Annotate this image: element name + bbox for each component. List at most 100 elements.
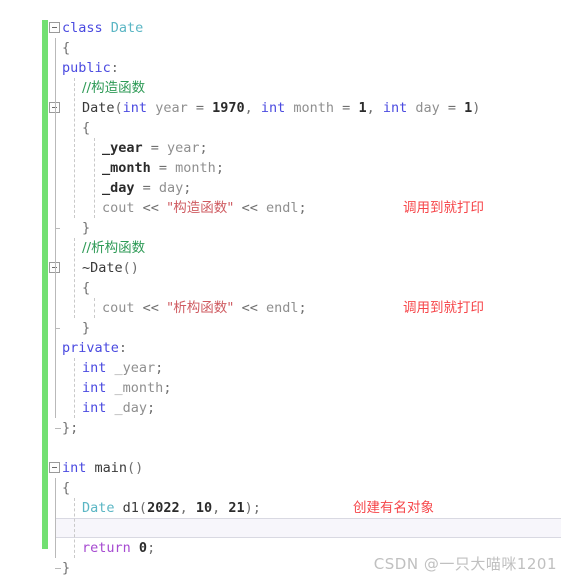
code-token: ~Date (82, 260, 123, 276)
code-token: return (82, 540, 131, 556)
code-line[interactable]: } (48, 318, 569, 338)
code-token: ; (215, 160, 224, 176)
code-token: , (212, 500, 229, 516)
code-token: { (62, 480, 71, 496)
code-line-text: int _month; (82, 378, 171, 398)
code-token: endl (265, 200, 299, 216)
code-token: = (150, 160, 176, 176)
code-token: ; (163, 380, 172, 396)
code-token: ; (298, 200, 307, 216)
code-token: int (260, 100, 286, 116)
code-token: day (158, 180, 184, 196)
code-token: month (175, 160, 216, 176)
code-token: 0 (138, 540, 148, 556)
code-token: 1970 (212, 100, 245, 116)
code-token: ; (183, 180, 192, 196)
code-token: } (62, 560, 71, 576)
code-token: << (134, 200, 168, 216)
code-token: int (82, 400, 107, 416)
code-token: }; (62, 420, 79, 436)
code-token: day (415, 100, 440, 116)
code-token: cout (102, 200, 135, 216)
code-line[interactable]: _day = day; (48, 178, 569, 198)
code-token: ) (472, 100, 481, 116)
code-line[interactable]: } (48, 218, 569, 238)
code-token: int (382, 100, 408, 116)
code-token: 2022 (147, 500, 180, 516)
code-line[interactable]: _year = year; (48, 138, 569, 158)
code-token: ; (147, 540, 156, 556)
code-line-text: { (82, 118, 90, 138)
code-line[interactable]: { (48, 38, 569, 58)
code-line[interactable]: cout << "析构函数" << endl; 调用到就打印 (48, 298, 569, 318)
code-token: _month (102, 160, 151, 176)
code-token: d1 (122, 500, 139, 516)
current-line-highlight (56, 518, 561, 538)
code-token: main (94, 460, 128, 476)
code-token: year (167, 140, 200, 156)
code-line[interactable]: cout << "构造函数" << endl; 调用到就打印 (48, 198, 569, 218)
code-line[interactable] (48, 438, 569, 458)
code-token: "析构函数" (167, 300, 234, 316)
code-token: ; (252, 500, 261, 516)
code-line[interactable] (48, 518, 569, 538)
code-token: _year (114, 360, 156, 376)
fold-toggle-main[interactable] (49, 462, 60, 473)
inline-annotation: 创建有名对象 (353, 500, 434, 516)
code-line[interactable]: Date(int year = 1970, int month = 1, int… (48, 98, 569, 118)
code-line[interactable]: { (48, 118, 569, 138)
code-line[interactable]: { (48, 278, 569, 298)
code-token: int (82, 360, 107, 376)
code-line[interactable]: ~Date() (48, 258, 569, 278)
code-line-text: int _year; (82, 358, 163, 378)
code-token: ; (155, 360, 164, 376)
fold-toggle-class-date[interactable] (49, 22, 60, 33)
code-line[interactable]: Date d1(2022, 10, 21); 创建有名对象 (48, 498, 569, 518)
code-editor[interactable]: class Date {public: //构造函数 Date(int year = … (0, 0, 569, 584)
code-token: Date (82, 500, 115, 516)
code-token: //析构函数 (82, 240, 146, 256)
code-line-text: return 0; (82, 538, 155, 558)
code-line[interactable]: //析构函数 (48, 238, 569, 258)
code-line-text: class Date (62, 18, 143, 38)
code-token: int (122, 100, 148, 116)
code-token: "构造函数" (167, 200, 234, 216)
code-token: { (82, 280, 91, 296)
code-line[interactable]: class Date (48, 18, 569, 38)
code-line[interactable]: //构造函数 (48, 78, 569, 98)
code-token: 21 (228, 500, 245, 516)
code-token: ) (244, 500, 253, 516)
indent-guide (74, 498, 75, 558)
code-token: ( (114, 100, 123, 116)
code-token: = (134, 180, 159, 196)
code-token: << (233, 300, 266, 316)
indent-guide (94, 298, 95, 318)
code-line-text: cout << "构造函数" << endl; (102, 198, 307, 218)
code-line[interactable]: { (48, 478, 569, 498)
code-token: 1 (358, 100, 367, 116)
code-line[interactable]: private: (48, 338, 569, 358)
fold-range-line (55, 278, 56, 318)
code-surface[interactable]: class Date {public: //构造函数 Date(int year = … (48, 18, 569, 576)
code-line-text: }; (62, 418, 78, 438)
fold-range-line (55, 478, 56, 558)
code-line[interactable]: int _year; (48, 358, 569, 378)
code-token: = (142, 140, 168, 156)
code-token: //构造函数 (82, 80, 146, 96)
code-line[interactable]: int main() (48, 458, 569, 478)
code-token: , (179, 500, 196, 516)
code-line[interactable]: int _month; (48, 378, 569, 398)
code-token: endl (265, 300, 299, 316)
code-line-text: public: (62, 58, 119, 78)
code-token: : (110, 60, 119, 76)
code-token: cout (102, 300, 135, 316)
code-line[interactable]: _month = month; (48, 158, 569, 178)
fold-end-stub (55, 568, 61, 569)
code-line[interactable]: }; (48, 418, 569, 438)
code-line[interactable]: int _day; (48, 398, 569, 418)
code-line[interactable]: public: (48, 58, 569, 78)
code-token: } (82, 320, 91, 336)
inline-annotation: 调用到就打印 (403, 300, 484, 316)
